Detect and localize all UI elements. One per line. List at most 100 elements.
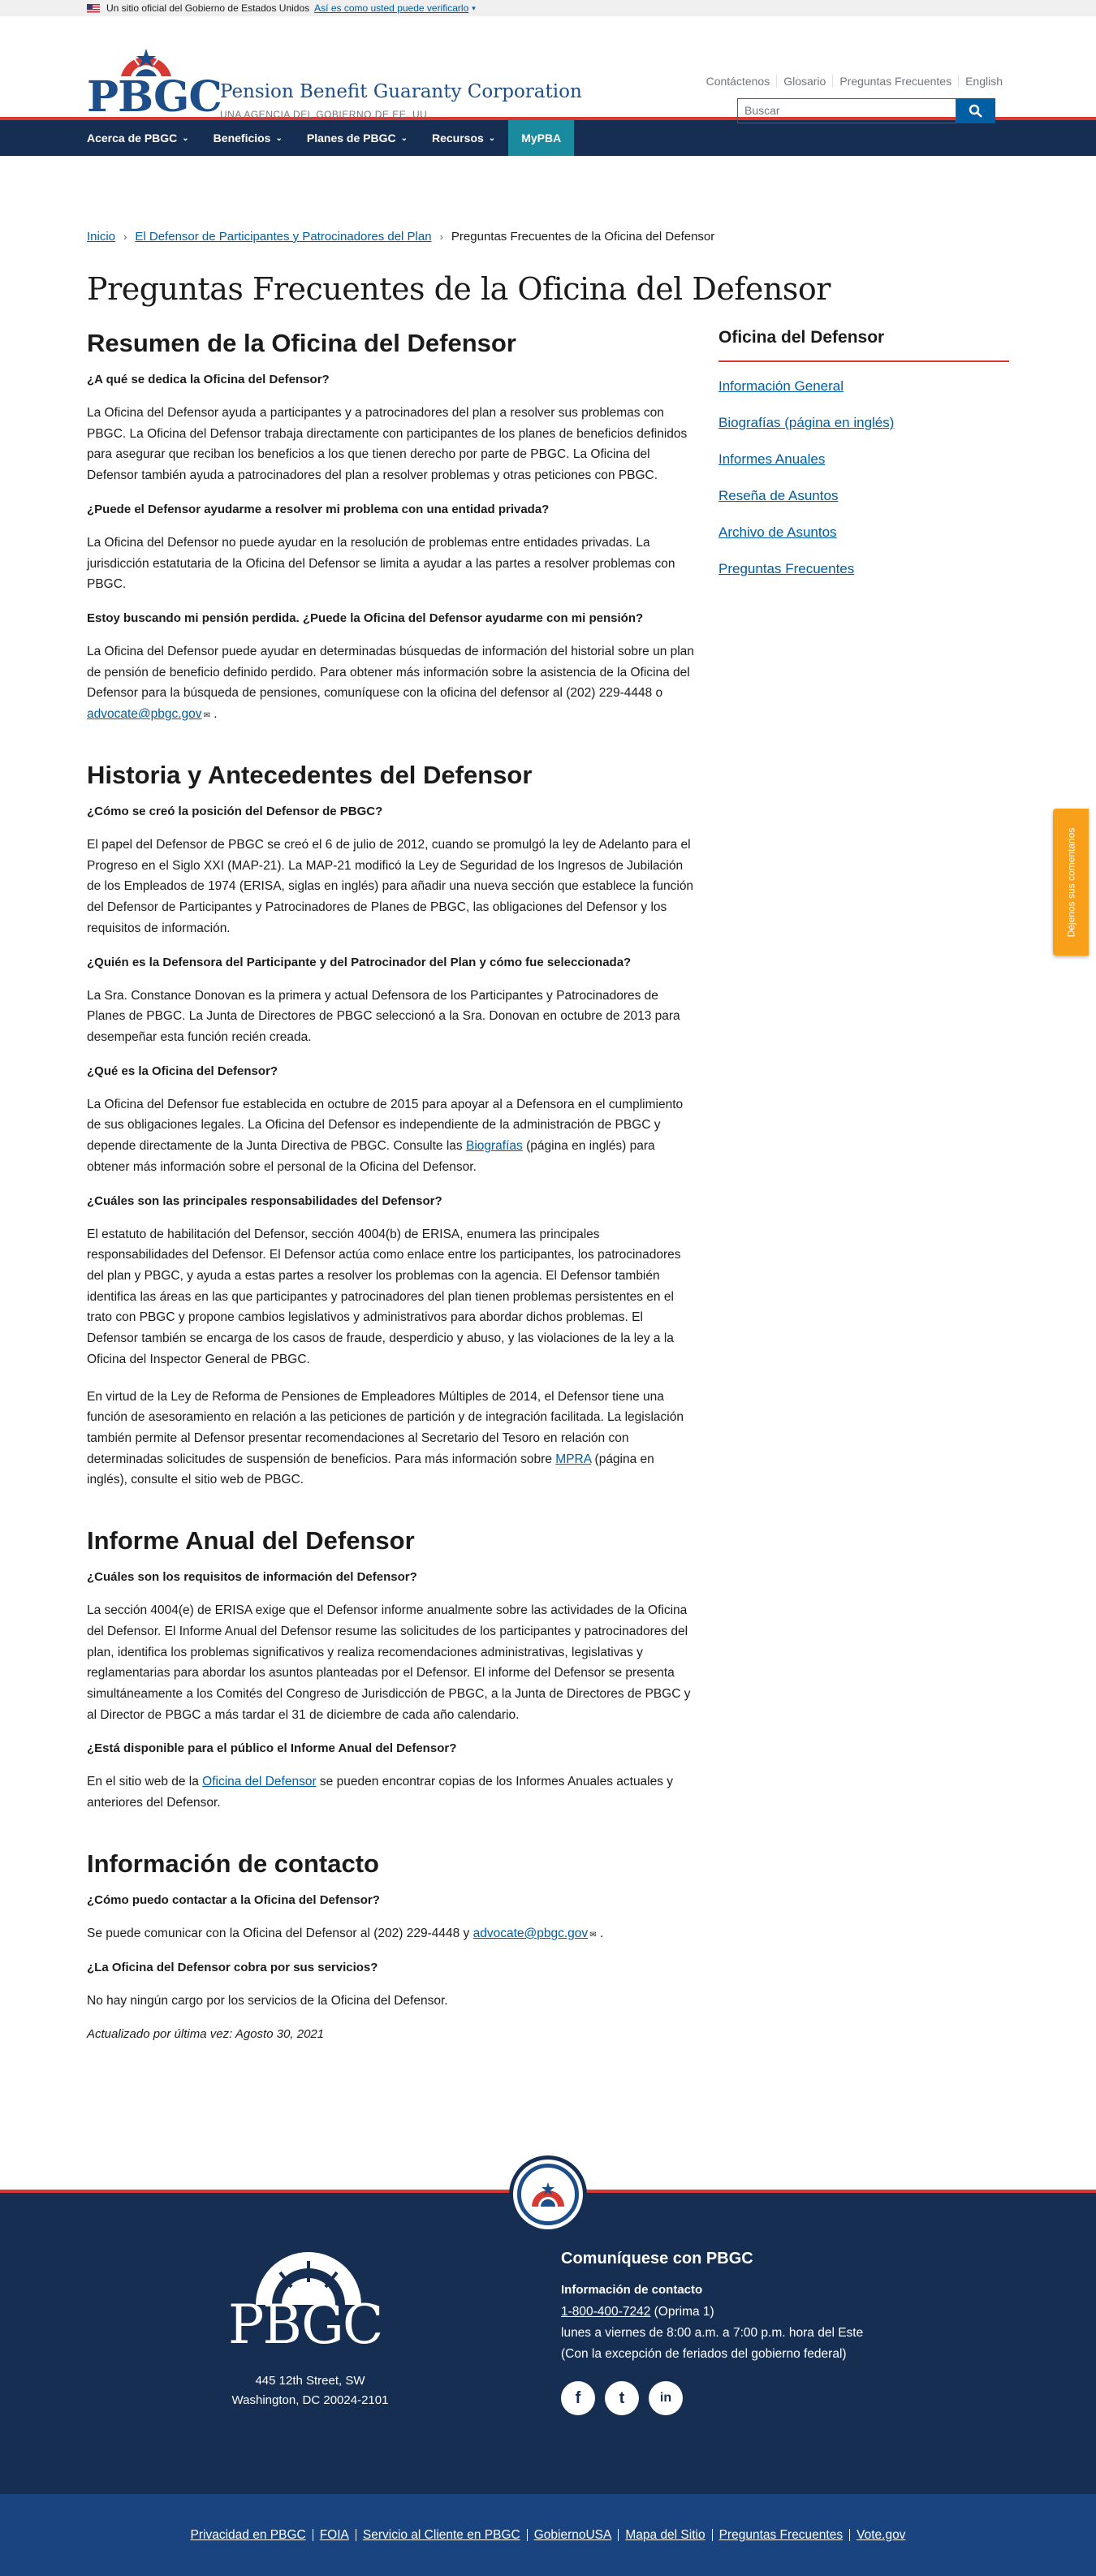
- gov-banner-verify-link[interactable]: Así es como usted puede verificarlo: [314, 2, 468, 14]
- nav-item-label: Recursos: [431, 132, 484, 145]
- section-informe: Informe Anual del Defensor ¿Cuáles son l…: [87, 1526, 696, 1814]
- util-link-glossary[interactable]: Glosario: [776, 75, 832, 88]
- section-title: Informe Anual del Defensor: [87, 1526, 415, 1556]
- email-link[interactable]: advocate@pbgc.gov: [473, 1927, 589, 1940]
- address-line: Washington, DC 20024-2101: [231, 2393, 389, 2407]
- nav-item-label: Planes de PBGC: [306, 132, 396, 145]
- faq-question: Estoy buscando mi pensión perdida. ¿Pued…: [87, 611, 644, 626]
- chevron-right-icon: ›: [439, 231, 443, 243]
- faq-answer: En el sitio web de la Oficina del Defens…: [87, 1775, 674, 1810]
- twitter-icon[interactable]: t: [605, 2381, 639, 2416]
- sidebar-link-issue-review[interactable]: Reseña de Asuntos: [718, 488, 838, 503]
- search-icon: [969, 104, 982, 118]
- breadcrumb-advocate[interactable]: El Defensor de Participantes y Patrocina…: [135, 230, 431, 244]
- faq-answer: El estatuto de habilitación del Defensor…: [87, 1227, 681, 1366]
- last-updated: Actualizado por última vez: Agosto 30, 2…: [87, 2027, 325, 2042]
- pbgc-emblem-icon: [532, 2182, 564, 2207]
- mpra-link[interactable]: MPRA: [555, 1452, 591, 1466]
- section-resumen: Resumen de la Oficina del Defensor ¿A qu…: [87, 329, 696, 725]
- nav-item-about[interactable]: Acerca de PBGC ⌄: [87, 120, 202, 156]
- gov-banner-text: Un sitio oficial del Gobierno de Estados…: [106, 2, 310, 14]
- sidebar-link-annual-reports[interactable]: Informes Anuales: [718, 451, 825, 467]
- sidebar-item: Reseña de Asuntos: [718, 478, 1009, 515]
- sidebar-link-issue-archive[interactable]: Archivo de Asuntos: [718, 524, 837, 540]
- faq-answer: La Oficina del Defensor no puede ayudar …: [87, 535, 675, 592]
- utility-links: Contáctenos Glosario Preguntas Frecuente…: [700, 75, 1009, 88]
- sidebar-title: Oficina del Defensor: [718, 328, 1009, 362]
- org-name-block: Pension Benefit Guaranty Corporation UNA…: [220, 81, 582, 120]
- footer-link-faq[interactable]: Preguntas Frecuentes: [711, 2529, 850, 2542]
- footer-link-privacy[interactable]: Privacidad en PBGC: [184, 2529, 313, 2542]
- footer-link-foia[interactable]: FOIA: [312, 2529, 356, 2542]
- footer-link-usagov[interactable]: GobiernoUSA: [526, 2529, 619, 2542]
- org-subtitle: UNA AGENCIA DEL GOBIERNO DE EE. UU.: [220, 109, 431, 120]
- faq-question: ¿A qué se dedica la Oficina del Defensor…: [87, 373, 330, 386]
- faq-question: ¿Está disponible para el público el Info…: [87, 1741, 457, 1756]
- nav-item-plans[interactable]: Planes de PBGC ⌄: [307, 120, 421, 156]
- search-input[interactable]: Buscar: [737, 98, 956, 123]
- nav-item-resources[interactable]: Recursos ⌄: [432, 120, 508, 156]
- faq-question: ¿Quién es la Defensora del Participante …: [87, 955, 632, 969]
- footer-contact-title: Comuníquese con PBGC: [561, 2250, 753, 2267]
- faq-question: ¿La Oficina del Defensor cobra por sus s…: [87, 1960, 378, 1974]
- pbgc-logo-mark: PBGC: [87, 47, 222, 125]
- sidebar-link-biographies[interactable]: Biografías (página en inglés): [718, 415, 894, 430]
- facebook-icon[interactable]: f: [561, 2381, 595, 2416]
- sidebar-item: Información General: [718, 369, 1009, 405]
- breadcrumb-current: Preguntas Frecuentes de la Oficina del D…: [451, 230, 715, 244]
- util-link-english[interactable]: English: [958, 75, 1009, 88]
- chevron-down-icon: ⌄: [400, 133, 408, 143]
- nav-item-benefits[interactable]: Beneficios ⌄: [214, 120, 296, 156]
- email-icon: ✉: [589, 1930, 597, 1940]
- footer-emblem: [509, 2155, 587, 2233]
- util-link-faq[interactable]: Preguntas Frecuentes: [832, 75, 958, 88]
- linkedin-icon[interactable]: in: [649, 2381, 683, 2416]
- faq-question: ¿Cómo puedo contactar a la Oficina del D…: [87, 1892, 380, 1907]
- faq-answer: La Sra. Constance Donovan es la primera …: [87, 988, 680, 1044]
- site-header: PBGC Pension Benefit Guaranty Corporatio…: [0, 16, 1096, 123]
- footer-link-vote[interactable]: Vote.gov: [849, 2529, 912, 2542]
- nav-item-label: Acerca de PBGC: [87, 132, 178, 145]
- logo-text: PBGC: [87, 72, 222, 122]
- faq-answer: La Oficina del Defensor puede ayudar en …: [87, 645, 694, 722]
- search-form: Buscar: [737, 98, 995, 123]
- faq-answer: La Oficina del Defensor fue establecida …: [87, 1097, 684, 1174]
- section-title: Información de contacto: [87, 1849, 379, 1878]
- util-link-contact[interactable]: Contáctenos: [700, 75, 777, 88]
- section-contacto: Información de contacto ¿Cómo puedo cont…: [87, 1849, 696, 2041]
- phone-link[interactable]: 1-800-400-7242: [561, 2305, 650, 2319]
- sidebar-link-faq[interactable]: Preguntas Frecuentes: [718, 561, 854, 576]
- faq-answer: Se puede comunicar con la Oficina del De…: [87, 1926, 604, 1940]
- email-link[interactable]: advocate@pbgc.gov: [87, 707, 202, 721]
- footer-logo-text: PBGC: [228, 2293, 383, 2356]
- chevron-down-icon: ⌄: [275, 133, 283, 143]
- biographies-link[interactable]: Biografías: [466, 1139, 523, 1153]
- chevron-down-icon: ⌄: [182, 133, 189, 143]
- gov-banner: Un sitio oficial del Gobierno de Estados…: [0, 0, 1096, 16]
- footer-address: 445 12th Street, SW Washington, DC 20024…: [213, 2371, 408, 2410]
- faq-answer: La sección 4004(e) de ERISA exige que el…: [87, 1603, 691, 1722]
- faq-question: ¿Cuáles son los requisitos de informació…: [87, 1570, 417, 1585]
- chevron-down-icon[interactable]: ▾: [472, 4, 476, 13]
- faq-question: ¿Puede el Defensor ayudarme a resolver m…: [87, 502, 550, 516]
- pbgc-logo[interactable]: PBGC Pension Benefit Guaranty Corporatio…: [87, 47, 582, 125]
- feedback-button[interactable]: Déjenos sus comentarios: [1053, 809, 1089, 956]
- footer-link-customer-service[interactable]: Servicio al Cliente en PBGC: [355, 2529, 527, 2542]
- faq-question: ¿Cómo se creó la posición del Defensor d…: [87, 804, 383, 818]
- email-icon: ✉: [203, 711, 210, 721]
- us-flag-icon: [87, 3, 100, 13]
- advocate-office-link[interactable]: Oficina del Defensor: [202, 1775, 316, 1789]
- faq-answer: No hay ningún cargo por los servicios de…: [87, 1993, 448, 2008]
- section-title: Resumen de la Oficina del Defensor: [87, 329, 516, 357]
- sidebar-item: Biografías (página en inglés): [718, 405, 1009, 442]
- footer-link-sitemap[interactable]: Mapa del Sitio: [618, 2529, 711, 2542]
- breadcrumb-home[interactable]: Inicio: [87, 230, 115, 244]
- sidebar-item: Informes Anuales: [718, 442, 1009, 478]
- footer-logo[interactable]: PBGC: [223, 2250, 394, 2356]
- sidebar-link-general-info[interactable]: Información General: [718, 378, 844, 394]
- sidebar-item: Archivo de Asuntos: [718, 515, 1009, 551]
- footer-bottom-links: Privacidad en PBGC FOIA Servicio al Clie…: [0, 2494, 1096, 2576]
- address-line: 445 12th Street, SW: [255, 2374, 365, 2388]
- search-button[interactable]: [956, 98, 995, 123]
- nav-item-mypba[interactable]: MyPBA: [508, 120, 575, 156]
